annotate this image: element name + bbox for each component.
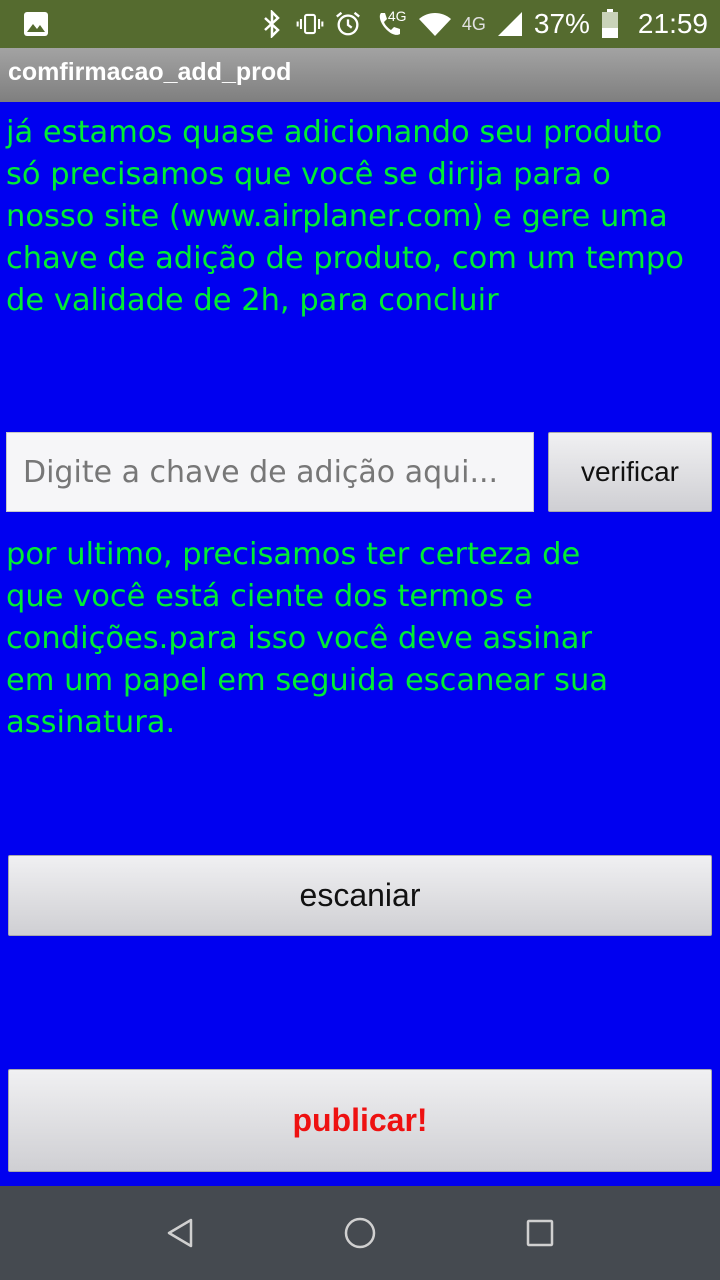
verify-button[interactable]: verificar xyxy=(548,432,712,512)
alarm-icon xyxy=(334,10,362,38)
signal-icon xyxy=(496,10,524,38)
battery-percent: 37% xyxy=(533,8,590,39)
action-bar: comfirmacao_add_prod xyxy=(0,48,720,102)
scan-button[interactable]: escaniar xyxy=(8,855,712,936)
bluetooth-icon xyxy=(258,10,286,38)
volte-call-icon: 4G xyxy=(372,8,408,38)
intro-text: já estamos quase adicionando seu produto… xyxy=(6,115,684,318)
clock: 21:59 xyxy=(637,8,708,39)
home-icon[interactable] xyxy=(340,1213,380,1253)
navigation-bar xyxy=(0,1186,720,1280)
recents-icon[interactable] xyxy=(520,1213,560,1253)
key-input[interactable] xyxy=(6,432,534,512)
terms-text: por ultimo, precisamos ter certeza de qu… xyxy=(6,537,609,740)
vibrate-icon xyxy=(296,10,324,38)
wifi-icon xyxy=(418,10,452,38)
screen-title: comfirmacao_add_prod xyxy=(8,58,292,86)
publish-button[interactable]: publicar! xyxy=(8,1069,712,1172)
status-bar: 4G 4G 37% 21:59 xyxy=(0,0,720,48)
battery-icon xyxy=(600,9,620,38)
image-icon xyxy=(22,10,50,38)
network-type-label: 4G xyxy=(387,8,407,24)
signal-network-label: 4G xyxy=(461,13,486,34)
back-icon[interactable] xyxy=(160,1213,200,1253)
